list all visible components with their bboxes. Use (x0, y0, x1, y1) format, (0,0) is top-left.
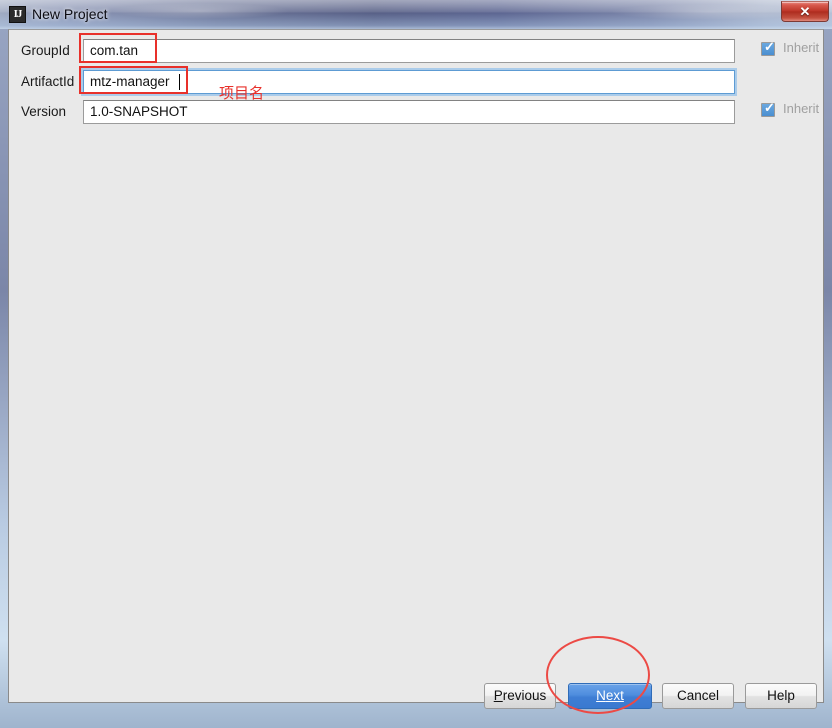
titlebar-sheen (0, 0, 832, 13)
version-input[interactable]: 1.0-SNAPSHOT (83, 100, 735, 124)
help-button[interactable]: Help (745, 683, 817, 709)
previous-button-mnemonic: P (493, 688, 503, 703)
next-button-mnemonic: N (596, 688, 606, 703)
previous-button[interactable]: Previous (484, 683, 556, 709)
new-project-dialog-window: IJ New Project ✕ GroupId com.tan ✓ Inher… (0, 0, 832, 728)
groupid-inherit-checkbox[interactable]: ✓ (761, 39, 775, 56)
version-inherit-label: Inherit (783, 101, 820, 116)
groupid-label: GroupId (21, 43, 70, 58)
previous-button-label: revious (502, 688, 547, 703)
artifactid-label: ArtifactId (21, 74, 75, 89)
window-title: New Project (32, 6, 108, 22)
version-inherit-checkbox[interactable]: ✓ (761, 100, 775, 117)
groupid-input-value: com.tan (90, 43, 139, 58)
window-titlebar[interactable]: IJ New Project ✕ (0, 0, 832, 29)
intellij-app-icon: IJ (9, 6, 26, 23)
text-caret (179, 74, 180, 90)
next-button[interactable]: Next (568, 683, 652, 709)
titlebar-glow-left (110, 3, 290, 19)
next-button-label: ext (605, 688, 624, 703)
artifactid-input-value: mtz-manager (90, 74, 170, 89)
check-icon: ✓ (764, 100, 775, 115)
groupid-input[interactable]: com.tan (83, 39, 735, 63)
titlebar-glow-right (610, 4, 810, 20)
check-icon: ✓ (764, 39, 775, 54)
groupid-inherit-label: Inherit (783, 40, 820, 55)
annotation-note-project-name: 项目名 (219, 84, 265, 102)
cancel-button[interactable]: Cancel (662, 683, 734, 709)
artifactid-input[interactable]: mtz-manager (83, 70, 735, 94)
version-input-value: 1.0-SNAPSHOT (90, 104, 188, 119)
version-label: Version (21, 104, 67, 119)
dialog-client-area: GroupId com.tan ✓ Inherit ArtifactId mtz… (8, 29, 824, 709)
close-button[interactable]: ✕ (781, 1, 829, 22)
